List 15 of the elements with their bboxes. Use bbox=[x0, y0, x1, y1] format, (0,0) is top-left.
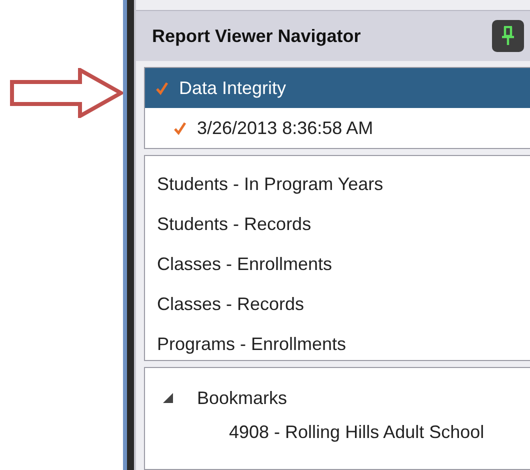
item-label: Data Integrity bbox=[179, 78, 286, 98]
item-label: 3/26/2013 8:36:58 AM bbox=[197, 118, 374, 138]
report-tree-item[interactable]: 3/26/2013 8:36:58 AM bbox=[145, 108, 530, 148]
report-tree-item[interactable]: Data Integrity bbox=[145, 68, 530, 108]
pin-button[interactable] bbox=[492, 20, 524, 52]
bookmark-item[interactable]: 4908 - Rolling Hills Adult School bbox=[145, 414, 530, 450]
report-item[interactable]: Classes - Enrollments bbox=[145, 244, 530, 284]
report-item[interactable]: Students - In Program Years bbox=[145, 164, 530, 204]
report-item[interactable]: Classes - Records bbox=[145, 284, 530, 324]
pin-icon bbox=[500, 26, 516, 46]
bookmarks-label[interactable]: Bookmarks bbox=[197, 388, 288, 408]
report-item[interactable]: Students - Records bbox=[145, 204, 530, 244]
panel-title: Report Viewer Navigator bbox=[152, 26, 361, 46]
report-item[interactable]: Programs - Enrollments bbox=[145, 324, 530, 364]
expand-triangle-icon[interactable] bbox=[163, 393, 173, 403]
